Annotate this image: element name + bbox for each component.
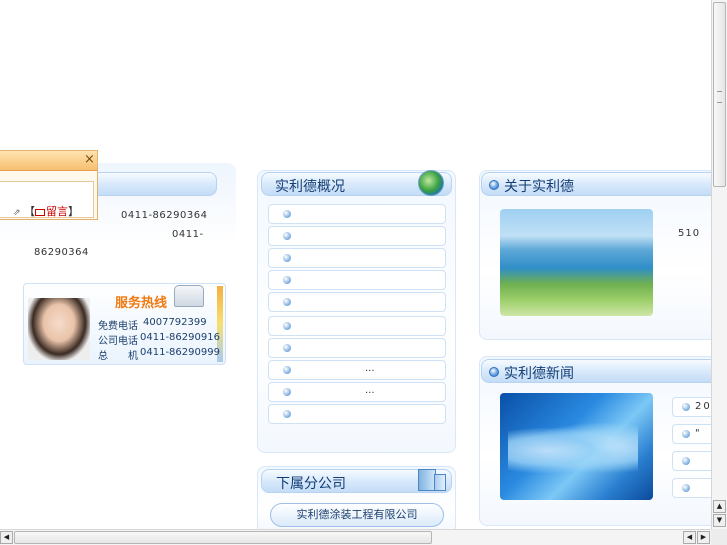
overview-item[interactable] [268,292,446,312]
subsidiary-title: 下属分公司 [276,476,346,492]
hotline-line-1-value: 4007792399 [143,317,207,328]
overview-item[interactable] [268,404,446,424]
bullet-icon [283,232,291,240]
scroll-down-button[interactable]: ▼ [713,514,726,527]
subsidiary-button[interactable]: 实利德涂装工程有限公司 [270,503,444,527]
overview-item[interactable]: ... [268,382,446,402]
contact-phone-2-suffix: 86290364 [34,247,89,258]
bullet-icon [283,210,291,218]
hotline-line-2-label: 公司电话 [98,336,138,347]
bullet-icon [682,403,690,411]
info-icon [489,367,499,377]
horizontal-scroll-thumb[interactable] [14,531,432,544]
info-icon [489,180,499,190]
vertical-scroll-thumb[interactable] [713,2,726,187]
bullet-icon [283,366,291,374]
operator-photo [28,298,90,360]
globe-icon [418,170,444,196]
overview-item[interactable]: ... [268,360,446,380]
news-item[interactable] [672,451,712,471]
bullet-icon [283,410,291,418]
scroll-left-button-2[interactable]: ◀ [683,531,696,544]
mail-icon [35,208,46,216]
subsidiary-button-label: 实利德涂装工程有限公司 [296,508,418,521]
overview-item[interactable] [268,316,446,336]
message-link[interactable]: ⇗ 【留言】 [13,203,79,218]
bullet-icon [283,344,291,352]
message-link-label: 留言 [46,205,69,218]
news-image [500,393,653,500]
hotline-title: 服务热线 [115,296,168,311]
bullet-icon [283,298,291,306]
message-popup-header: × [0,151,97,171]
scroll-left-button[interactable]: ◀ [0,531,13,544]
overview-item[interactable] [268,270,446,290]
contact-phone-2-prefix: 0411- [172,229,204,240]
bullet-icon [682,457,690,465]
about-text: 510 [678,228,701,239]
bullet-icon [682,484,690,492]
overview-item[interactable] [268,226,446,246]
hotline-line-2-value: 0411-86290916 [140,332,220,343]
news-item[interactable]: 20 [672,397,712,417]
hotline-banner[interactable]: 服务热线 免费电话 4007792399 公司电话 0411-86290916 … [23,283,226,365]
close-icon[interactable]: × [84,152,95,167]
building-icon-side [434,474,446,491]
overview-item[interactable] [268,204,446,224]
phone-icon [174,285,204,307]
scroll-right-button[interactable]: ▶ [697,531,710,544]
bullet-icon [283,388,291,396]
scrollbar-corner [711,529,727,545]
overview-item[interactable] [268,338,446,358]
bullet-icon [283,276,291,284]
vertical-scrollbar[interactable]: ▲ ▼ [711,0,727,529]
news-item[interactable]: " [672,424,712,444]
link-arrow-icon: ⇗ [13,208,21,218]
horizontal-scrollbar[interactable]: ◀ ◀ ▶ [0,529,711,545]
bullet-icon [283,254,291,262]
overview-item[interactable] [268,248,446,268]
contact-phone-1: 0411-86290364 [121,210,208,221]
news-item[interactable] [672,478,712,498]
scroll-up-button[interactable]: ▲ [713,500,726,513]
about-title: 关于实利德 [504,179,574,195]
hotline-line-1-label: 免费电话 [98,321,138,332]
hotline-line-3-value: 0411-86290999 [140,347,220,358]
overview-title: 实利德概况 [275,179,345,195]
news-title: 实利德新闻 [504,366,574,382]
bullet-icon [682,430,690,438]
hotline-line-3-label: 总 机 [98,351,138,362]
world-map-graphic [508,423,638,478]
about-image [500,209,653,316]
bullet-icon [283,322,291,330]
